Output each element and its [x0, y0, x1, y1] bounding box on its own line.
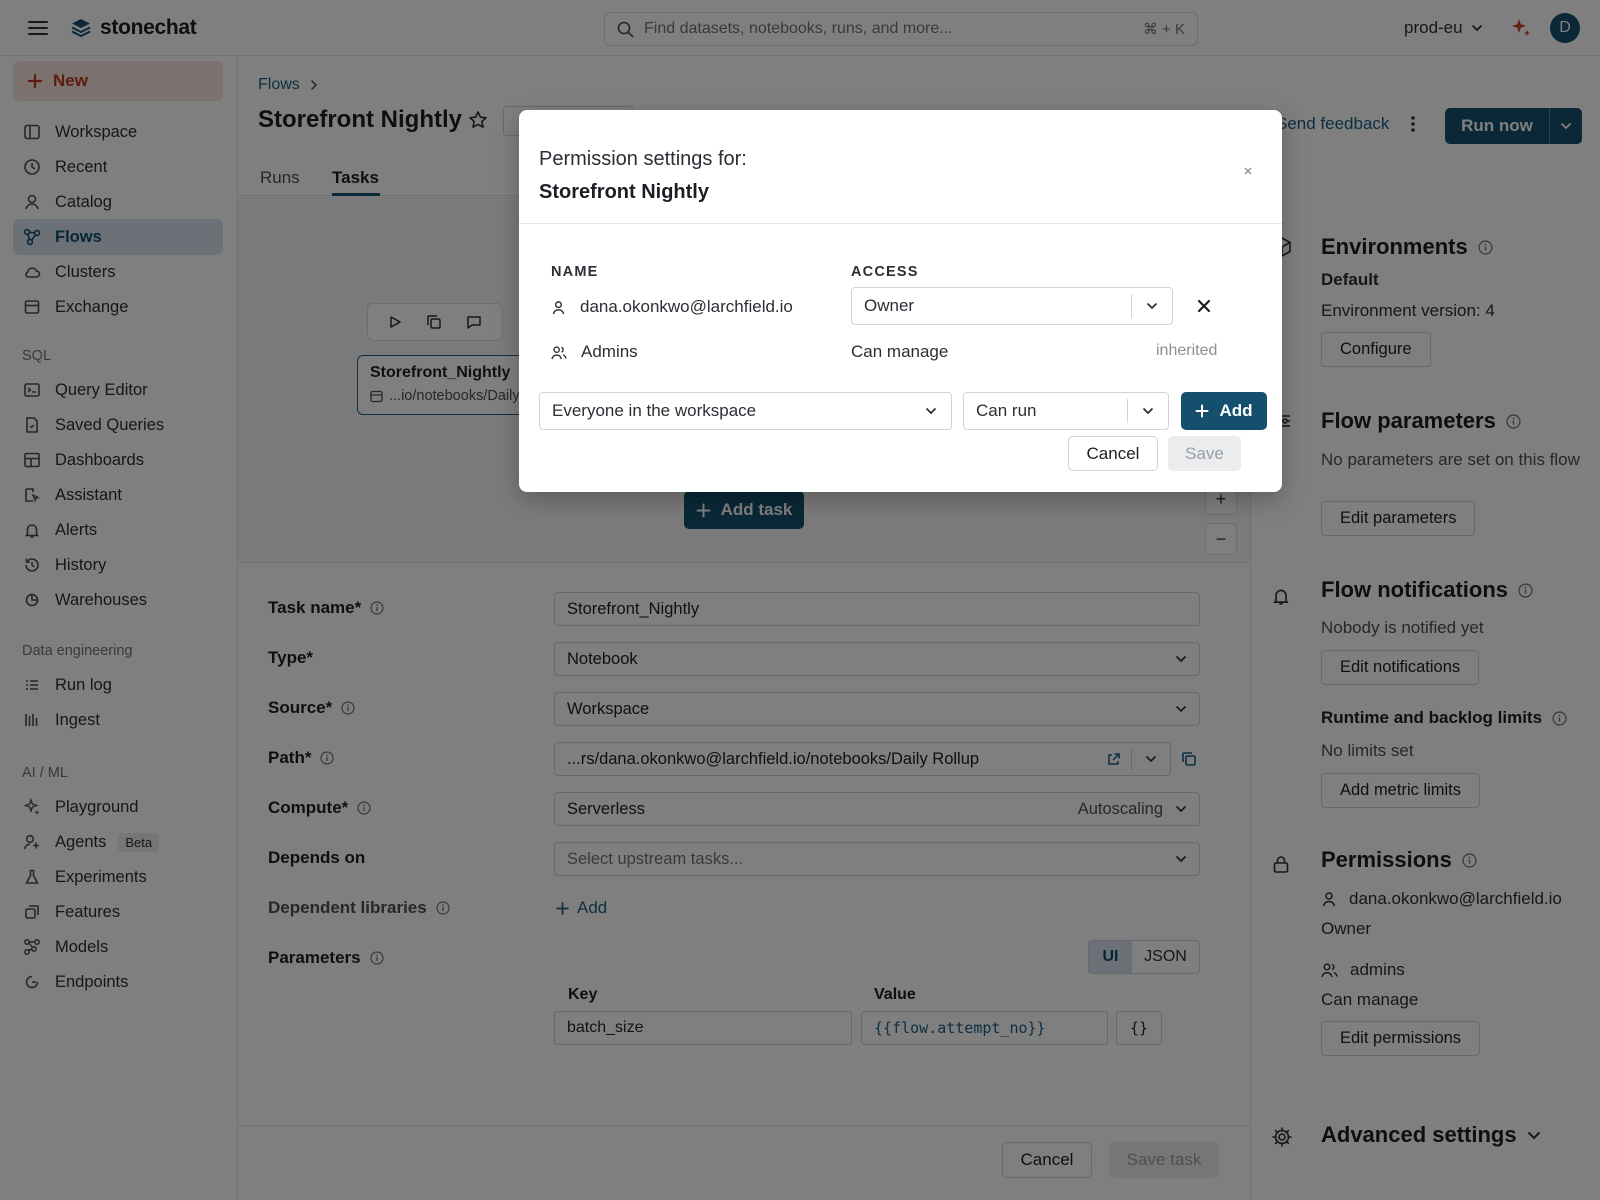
new-access-value: Can run	[976, 401, 1037, 420]
owner-access-value: Owner	[864, 296, 915, 315]
add-permission-label: Add	[1219, 401, 1253, 420]
permission-row-owner: dana.okonkwo@larchfield.io	[551, 297, 793, 317]
remove-permission-icon[interactable]	[1197, 299, 1211, 313]
close-icon[interactable]	[1243, 166, 1253, 176]
dialog-cancel-button[interactable]: Cancel	[1068, 436, 1158, 471]
chevron-down-icon	[1128, 407, 1168, 415]
permission-row-admins: Admins	[551, 342, 638, 362]
dialog-header: Permission settings for: Storefront Nigh…	[519, 110, 1282, 224]
principal-select-value: Everyone in the workspace	[552, 401, 757, 420]
principal-select[interactable]: Everyone in the workspace	[539, 392, 952, 430]
admins-access: Can manage	[851, 342, 949, 361]
permission-row-name: Admins	[581, 342, 638, 361]
access-column-header: ACCESS	[851, 264, 919, 280]
dialog-subtitle: Permission settings for:	[539, 148, 747, 170]
permission-row-name: dana.okonkwo@larchfield.io	[580, 297, 793, 316]
dialog-save-button[interactable]: Save	[1168, 436, 1241, 471]
add-permission-button[interactable]: Add	[1181, 392, 1267, 430]
new-access-select[interactable]: Can run	[963, 392, 1169, 430]
plus-icon	[1195, 404, 1209, 418]
user-icon	[551, 300, 566, 315]
group-icon	[551, 345, 567, 360]
dialog-title: Storefront Nightly	[539, 181, 709, 203]
permission-settings-dialog: Permission settings for: Storefront Nigh…	[519, 110, 1282, 492]
owner-access-select[interactable]: Owner	[851, 287, 1173, 325]
inherited-label: inherited	[1156, 342, 1218, 359]
chevron-down-icon	[911, 407, 951, 415]
name-column-header: NAME	[551, 264, 599, 280]
chevron-down-icon	[1132, 302, 1172, 310]
